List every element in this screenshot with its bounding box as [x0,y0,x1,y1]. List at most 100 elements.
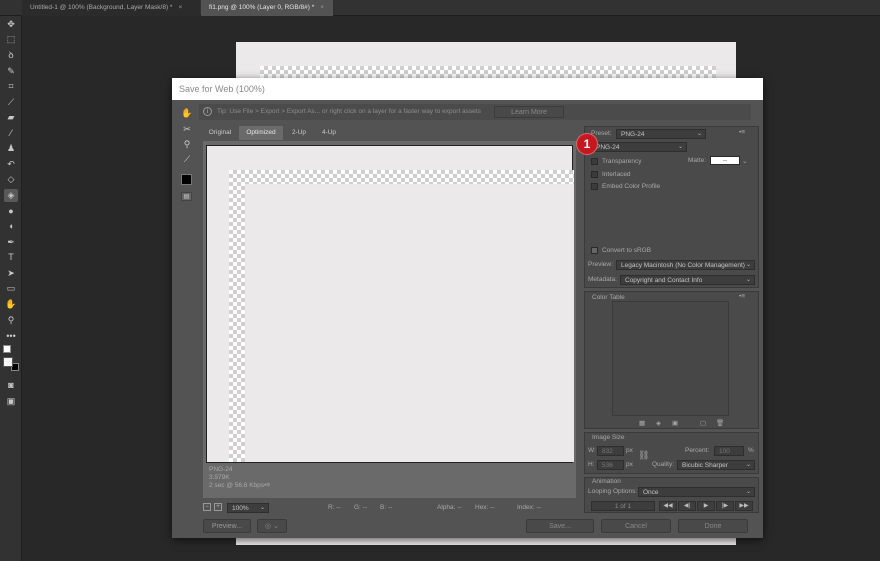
zoom-out-icon[interactable]: − [203,503,211,511]
link-icon[interactable]: ⛓ [638,450,649,461]
chevron-down-icon: ⌄ [745,489,751,495]
preview-color-select[interactable]: Legacy Macintosh (No Color Management) ⌄ [616,260,755,270]
lasso-icon[interactable]: ꝺ [4,49,18,62]
document-tab-bar: Untitled-1 @ 100% (Background, Layer Mas… [0,0,880,16]
eraser-icon[interactable]: ◇ [4,173,18,186]
toggle-slices-icon[interactable]: ▤ [181,192,192,201]
zoom-icon[interactable]: ⚲ [180,139,194,151]
quality-select[interactable]: Bicubic Sharper ⌄ [677,460,755,470]
learn-more-button[interactable]: Learn More [494,106,564,118]
metadata-label: Metadata: [588,276,617,283]
convert-srgb-checkbox[interactable] [591,247,598,254]
preview-file-size: 3.979K [209,474,230,481]
image-size-title: Image Size [592,434,625,441]
zoom-in-icon[interactable]: + [214,503,222,511]
save-for-web-dialog: Save for Web (100%) ✋ ✂ ⚲ ⟋ ▤ i Tip: Use… [172,78,763,538]
height-label: H: [588,461,595,468]
done-button[interactable]: Done [678,519,748,533]
web-shift-icon[interactable]: ◈ [656,419,661,427]
move-icon[interactable]: ✥ [4,18,18,31]
new-color-icon[interactable]: ▢ [700,419,706,427]
percent-input[interactable]: 100 [714,446,744,456]
matte-color-swatch[interactable]: -- [710,156,740,165]
tab-untitled-1[interactable]: Untitled-1 @ 100% (Background, Layer Mas… [22,0,200,16]
eyedropper-icon[interactable]: ⟋ [180,154,194,166]
eyedropper-icon[interactable]: ⟋ [4,96,18,109]
last-frame-icon[interactable]: ▶▶ [735,501,753,511]
cancel-button[interactable]: Cancel [601,519,671,533]
interlaced-label: Interlaced [602,171,631,178]
color-table-swatches[interactable] [612,301,729,416]
chevron-down-icon: ⌄ [677,144,683,150]
tab-2-up[interactable]: 2-Up [285,126,313,140]
lock-icon[interactable]: ▣ [672,419,678,427]
height-input[interactable]: 536 [597,460,624,470]
embed-color-profile-checkbox[interactable] [591,183,598,190]
stamp-icon[interactable]: ♟ [4,142,18,155]
crop-icon[interactable]: ⌗ [4,80,18,93]
close-icon[interactable]: × [178,4,182,11]
info-icon: i [203,107,212,116]
screen-mode-icon[interactable]: ▣ [4,395,18,408]
paint-bucket-icon[interactable]: ◈ [4,189,18,202]
width-input[interactable]: 832 [597,446,624,456]
percent-unit: % [748,447,754,454]
more-tools-icon[interactable]: ••• [4,330,18,343]
blur-icon[interactable]: ● [4,205,18,218]
transparency-checkbox[interactable] [591,158,598,165]
preview-download-time: 2 sec @ 56.6 Kbps [209,482,265,489]
readout-hex: Hex: -- [475,504,495,511]
tools-panel: ✥ ⬚ ꝺ ✎ ⌗ ⟋ ▰ ⁄ ♟ ↶ ◇ ◈ ● ◖ ✒ T ➤ ▭ ✋ ⚲ … [0,16,22,561]
save-button[interactable]: Save... [526,519,594,533]
metadata-select[interactable]: Copyright and Contact Info ⌄ [620,275,755,285]
convert-srgb-label: Convert to sRGB [602,247,652,254]
rectangle-icon[interactable]: ▭ [4,282,18,295]
matte-label: Matte: [688,157,707,164]
first-frame-icon[interactable]: ◀◀ [659,501,677,511]
foreground-color-swatch[interactable] [3,345,11,353]
hand-icon[interactable]: ✋ [4,298,18,311]
zoom-level-select[interactable]: 100% ⌄ [227,503,269,513]
foreground-color-swatch[interactable] [3,357,13,367]
hand-icon[interactable]: ✋ [180,108,194,120]
tab-4-up[interactable]: 4-Up [315,126,343,140]
marquee-icon[interactable]: ⬚ [4,33,18,46]
zoom-icon[interactable]: ⚲ [4,314,18,327]
brush-icon[interactable]: ⁄ [4,127,18,140]
previous-frame-icon[interactable]: ◀| [678,501,696,511]
tab-original[interactable]: Original [203,126,237,140]
height-unit: px [626,461,633,468]
interlaced-checkbox[interactable] [591,171,598,178]
trash-icon[interactable]: 🗑 [716,419,724,427]
preset-select[interactable]: PNG-24 ⌄ [616,129,706,139]
type-icon[interactable]: T [4,251,18,264]
optimization-settings-panel: Preset: PNG-24 ⌄ •≡ PNG-24 ⌄ Transparency … [584,126,759,288]
quick-select-icon[interactable]: ✎ [4,65,18,78]
optimized-preview-image[interactable] [206,145,574,463]
dodge-icon[interactable]: ◖ [4,220,18,233]
preview-button[interactable]: Preview... [203,519,251,533]
preview-menu-icon[interactable]: •≡ [264,482,270,489]
history-brush-icon[interactable]: ↶ [4,158,18,171]
optimize-menu-icon[interactable]: •≡ [739,129,745,136]
width-unit: px [626,447,633,454]
eyedropper-color-swatch[interactable] [181,174,192,185]
tab-fi1-png[interactable]: fi1.png @ 100% (Layer 0, RGB/8#) * × [201,0,333,16]
color-table-menu-icon[interactable]: •≡ [739,293,745,300]
next-frame-icon[interactable]: |▶ [716,501,734,511]
chevron-down-icon[interactable]: ⌄ [742,157,747,165]
chevron-down-icon: ⌄ [273,523,279,530]
close-icon[interactable]: × [320,4,324,11]
pen-icon[interactable]: ✒ [4,236,18,249]
browser-preview-button[interactable]: ◎ ⌄ [257,519,287,533]
path-select-icon[interactable]: ➤ [4,267,18,280]
tip-text: Tip: Use File > Export > Export As... or… [217,108,481,115]
slice-select-icon[interactable]: ✂ [180,124,194,136]
tab-optimized[interactable]: Optimized [239,126,283,140]
looping-options-select[interactable]: Once ⌄ [638,487,755,497]
map-color-icon[interactable]: ▦ [639,419,645,427]
play-icon[interactable]: ▶ [697,501,715,511]
quick-mask-icon[interactable]: ◙ [4,379,18,392]
healing-icon[interactable]: ▰ [4,111,18,124]
file-format-select[interactable]: PNG-24 ⌄ [591,142,687,152]
